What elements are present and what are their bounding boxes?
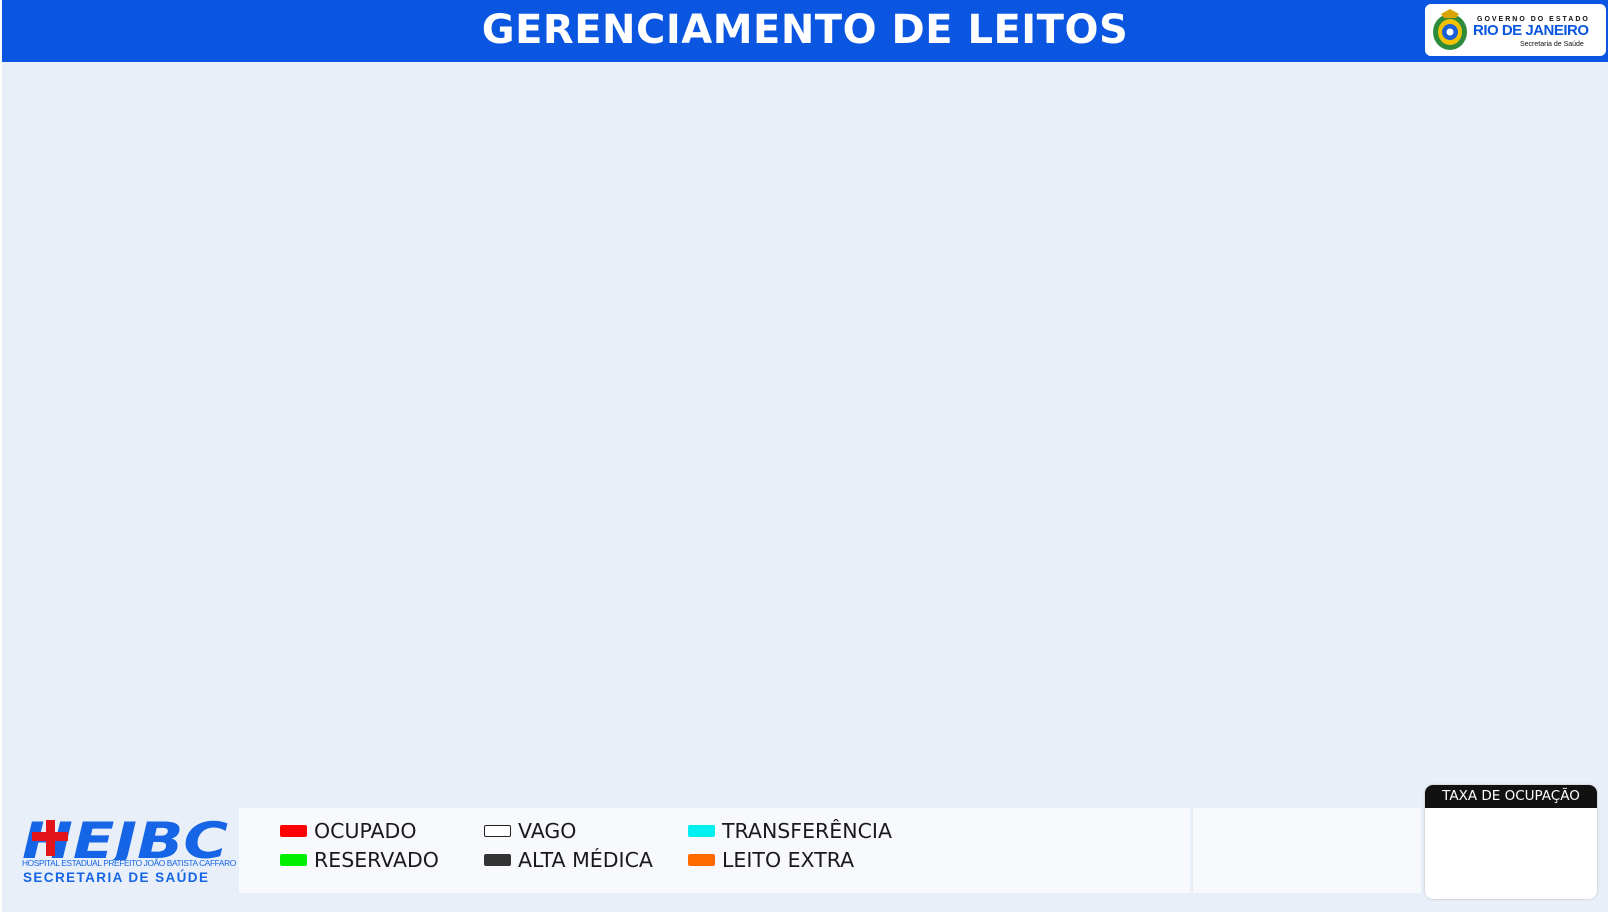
legend-item-leito-extra: LEITO EXTRA [688, 848, 854, 872]
occupancy-rate-title: TAXA DE OCUPAÇÃO [1425, 785, 1597, 808]
legend-item-reservado: RESERVADO [280, 848, 439, 872]
bed-grid-area [2, 62, 1608, 912]
legend-label: LEITO EXTRA [722, 848, 855, 872]
legend-swatch-transferencia [688, 825, 715, 837]
bed-management-dashboard: GERENCIAMENTO DE LEITOS GOVERNO DO ESTAD… [0, 0, 1608, 912]
hospital-logo: HEJBC HOSPITAL ESTADUAL PREFEITO JOÃO BA… [22, 818, 236, 888]
legend-swatch-reservado [280, 854, 307, 866]
legend-swatch-ocupado [280, 825, 307, 837]
gov-logo-sub-text: Secretaria de Saúde [1520, 41, 1584, 48]
occupancy-rate-card: TAXA DE OCUPAÇÃO [1425, 785, 1597, 899]
hejbc-logo-mark: HEJBC [22, 818, 228, 860]
rio-de-janeiro-government-logo: GOVERNO DO ESTADO RIO DE JANEIRO Secreta… [1425, 4, 1606, 56]
legend-item-vago: VAGO [484, 819, 576, 843]
header-bar: GERENCIAMENTO DE LEITOS [2, 0, 1608, 62]
legend-swatch-leito-extra [688, 854, 715, 866]
gov-logo-main-text: RIO DE JANEIRO [1473, 22, 1589, 39]
legend-label: RESERVADO [314, 848, 439, 872]
page-title: GERENCIAMENTO DE LEITOS [481, 7, 1129, 53]
legend-label: OCUPADO [314, 819, 417, 843]
legend-swatch-alta-medica [484, 854, 511, 866]
hospital-department: SECRETARIA DE SAÚDE [23, 870, 210, 885]
hospital-full-name: HOSPITAL ESTADUAL PREFEITO JOÃO BATISTA … [22, 858, 236, 868]
state-coat-of-arms-icon [1433, 9, 1467, 50]
legend-label: VAGO [518, 819, 577, 843]
legend-item-transferencia: TRANSFERÊNCIA [688, 819, 892, 843]
red-cross-vertical [46, 820, 55, 856]
legend-swatch-vago [484, 825, 511, 837]
legend-item-ocupado: OCUPADO [280, 819, 416, 843]
legend-label: TRANSFERÊNCIA [722, 819, 892, 843]
legend-label: ALTA MÉDICA [518, 848, 653, 872]
summary-panel [1193, 808, 1421, 893]
legend-item-alta-medica: ALTA MÉDICA [484, 848, 653, 872]
legend-panel: OCUPADO RESERVADO VAGO ALTA MÉDICA TRANS… [239, 808, 1190, 893]
